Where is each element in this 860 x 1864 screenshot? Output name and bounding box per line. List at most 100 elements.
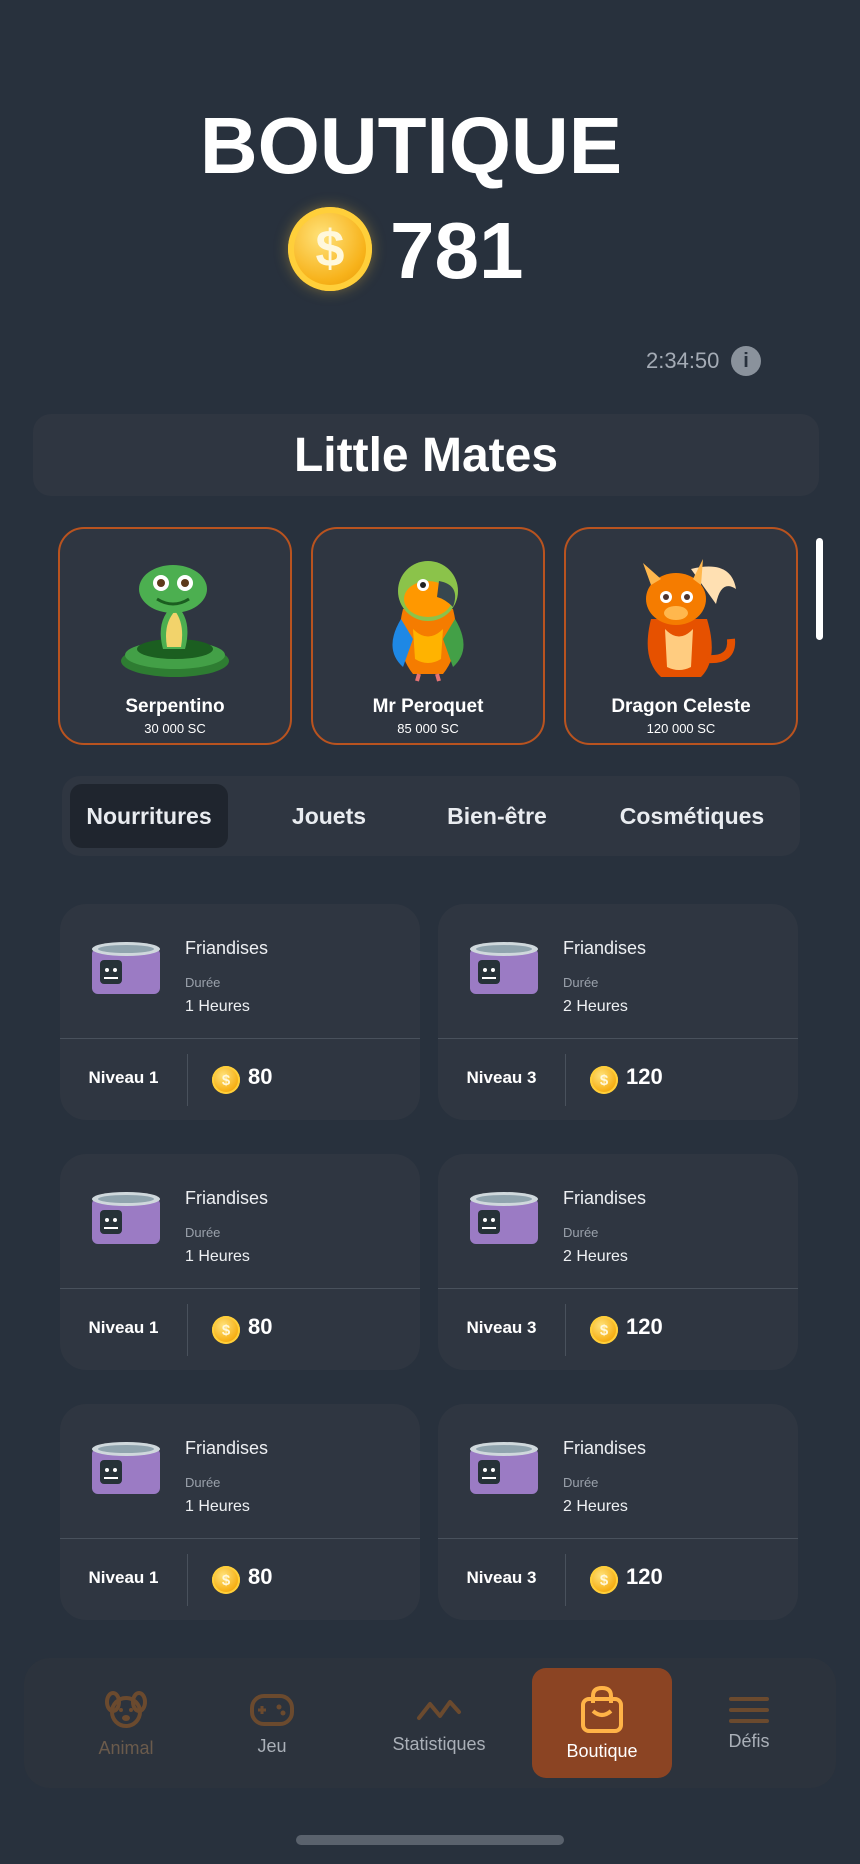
coin-icon: $: [590, 1566, 618, 1594]
item-level: Niveau 3: [466, 1568, 537, 1587]
duration-value: 1 Heures: [185, 1498, 250, 1515]
nav-label: Défis: [728, 1730, 770, 1751]
pet-name: Mr Peroquet: [372, 696, 484, 717]
duration-value: 2 Heures: [563, 998, 628, 1015]
divider: [187, 1054, 188, 1106]
duration-value: 2 Heures: [563, 1498, 628, 1515]
duration-label: Durée: [563, 975, 599, 990]
coin-icon: $: [212, 1066, 240, 1094]
parrot-icon: [392, 561, 464, 682]
page-title: BOUTIQUE: [199, 101, 623, 190]
item-price: 120: [626, 1314, 663, 1339]
tab-cosmetiques[interactable]: Cosmétiques: [602, 776, 782, 856]
nav-label: Boutique: [566, 1740, 638, 1761]
duration-value: 2 Heures: [563, 1248, 628, 1265]
divider: [187, 1304, 188, 1356]
duration-label: Durée: [563, 1475, 599, 1490]
nav-jeu[interactable]: Jeu: [202, 1658, 342, 1788]
item-name: Friandises: [563, 1188, 647, 1208]
nav-label: Animal: [98, 1737, 154, 1758]
snake-icon: [121, 565, 229, 677]
divider: [60, 1038, 420, 1039]
divider: [438, 1288, 798, 1289]
pet-name: Serpentino: [125, 696, 225, 717]
duration-value: 1 Heures: [185, 1248, 250, 1265]
tab-jouets[interactable]: Jouets: [262, 776, 396, 856]
item-name: Friandises: [563, 1438, 647, 1458]
divider: [438, 1038, 798, 1039]
item-name: Friandises: [185, 938, 269, 958]
coin-icon: $: [590, 1066, 618, 1094]
food-can-icon: [470, 942, 538, 994]
shop-item-card[interactable]: Friandises Durée 2 Heures Niveau 3 $ 120: [438, 1404, 798, 1620]
divider: [565, 1054, 566, 1106]
dog-icon: [105, 1690, 147, 1728]
food-can-icon: [470, 1442, 538, 1494]
coin-icon: $: [212, 1566, 240, 1594]
gamepad-icon: [250, 1693, 294, 1726]
pet-card-serpentino[interactable]: Serpentino 30 000 SC: [58, 527, 292, 745]
countdown-timer: 2:34:50: [646, 348, 720, 373]
tab-nourritures[interactable]: Nourritures: [70, 784, 228, 848]
duration-label: Durée: [563, 1225, 599, 1240]
pet-price: 120 000 SC: [646, 721, 716, 736]
item-price: 120: [626, 1564, 663, 1589]
duration-label: Durée: [185, 1475, 221, 1490]
item-name: Friandises: [185, 1438, 269, 1458]
nav-statistiques[interactable]: Statistiques: [369, 1658, 509, 1788]
duration-value: 1 Heures: [185, 998, 250, 1015]
divider: [565, 1304, 566, 1356]
nav-animal[interactable]: Animal: [56, 1658, 196, 1788]
coin-icon: $: [212, 1316, 240, 1344]
nav-boutique[interactable]: Boutique: [532, 1668, 672, 1778]
item-level: Niveau 3: [466, 1318, 537, 1337]
divider: [60, 1538, 420, 1539]
duration-label: Durée: [185, 1225, 221, 1240]
nav-defis[interactable]: Défis: [679, 1658, 819, 1788]
item-level: Niveau 1: [88, 1568, 159, 1587]
item-price: 80: [248, 1314, 273, 1339]
shop-item-card[interactable]: Friandises Durée 2 Heures Niveau 3 $ 120: [438, 1154, 798, 1370]
tab-bien-etre[interactable]: Bien-être: [422, 776, 572, 856]
shop-item-card[interactable]: Friandises Durée 1 Heures Niveau 1 $ 80: [60, 1404, 420, 1620]
item-name: Friandises: [185, 1188, 269, 1208]
food-can-icon: [92, 1192, 160, 1244]
pet-name: Dragon Celeste: [611, 696, 751, 717]
shopping-bag-icon: [581, 1685, 623, 1733]
nav-label: Jeu: [257, 1735, 287, 1756]
divider: [60, 1288, 420, 1289]
pet-price: 85 000 SC: [397, 721, 459, 736]
item-price: 80: [248, 1064, 273, 1089]
shop-item-card[interactable]: Friandises Durée 1 Heures Niveau 1 $ 80: [60, 1154, 420, 1370]
coin-icon: $: [288, 207, 372, 291]
coin-balance: 781: [390, 206, 524, 295]
item-level: Niveau 1: [88, 1318, 159, 1337]
section-title: Little Mates: [33, 414, 819, 496]
info-icon[interactable]: i: [731, 346, 761, 376]
divider: [565, 1554, 566, 1606]
menu-icon: [729, 1696, 769, 1723]
item-name: Friandises: [563, 938, 647, 958]
shop-item-card[interactable]: Friandises Durée 2 Heures Niveau 3 $ 120: [438, 904, 798, 1120]
shop-item-card[interactable]: Friandises Durée 1 Heures Niveau 1 $ 80: [60, 904, 420, 1120]
nav-label: Statistiques: [392, 1733, 486, 1754]
dragon-icon: [643, 559, 736, 677]
divider: [438, 1538, 798, 1539]
divider: [187, 1554, 188, 1606]
stats-icon: [417, 1699, 461, 1720]
pet-card-mr-peroquet[interactable]: Mr Peroquet 85 000 SC: [311, 527, 545, 745]
item-level: Niveau 3: [466, 1068, 537, 1087]
item-level: Niveau 1: [88, 1068, 159, 1087]
bottom-nav: Animal Jeu Statistiques Boutique Défis: [24, 1658, 836, 1788]
scrollbar-thumb[interactable]: [816, 538, 823, 640]
food-can-icon: [92, 1442, 160, 1494]
food-can-icon: [470, 1192, 538, 1244]
coin-icon: $: [590, 1316, 618, 1344]
duration-label: Durée: [185, 975, 221, 990]
home-indicator[interactable]: [296, 1835, 564, 1845]
pet-card-dragon-celeste[interactable]: Dragon Celeste 120 000 SC: [564, 527, 798, 745]
item-price: 80: [248, 1564, 273, 1589]
item-price: 120: [626, 1064, 663, 1089]
category-tabs: Nourritures Jouets Bien-être Cosmétiques: [62, 776, 800, 856]
food-can-icon: [92, 942, 160, 994]
